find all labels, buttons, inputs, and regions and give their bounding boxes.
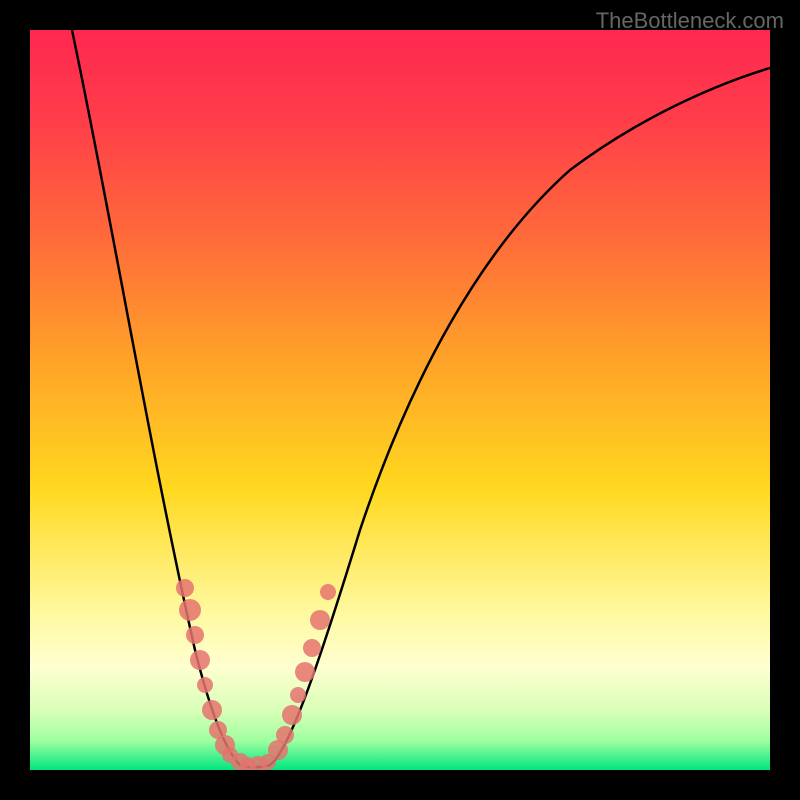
curve-marker (186, 626, 204, 644)
curve-marker (197, 677, 213, 693)
curve-marker (282, 705, 302, 725)
chart-curve-layer (30, 30, 770, 770)
curve-marker (202, 700, 222, 720)
curve-marker (190, 650, 210, 670)
curve-marker (320, 584, 336, 600)
curve-marker (176, 579, 194, 597)
curve-marker (179, 599, 201, 621)
watermark-text: TheBottleneck.com (596, 8, 784, 34)
curve-marker (290, 687, 306, 703)
curve-marker (295, 662, 315, 682)
curve-marker (276, 726, 294, 744)
chart-plot-area (30, 30, 770, 770)
curve-marker (310, 610, 330, 630)
bottleneck-curve (72, 30, 770, 767)
curve-marker (303, 639, 321, 657)
marker-group (176, 579, 336, 770)
